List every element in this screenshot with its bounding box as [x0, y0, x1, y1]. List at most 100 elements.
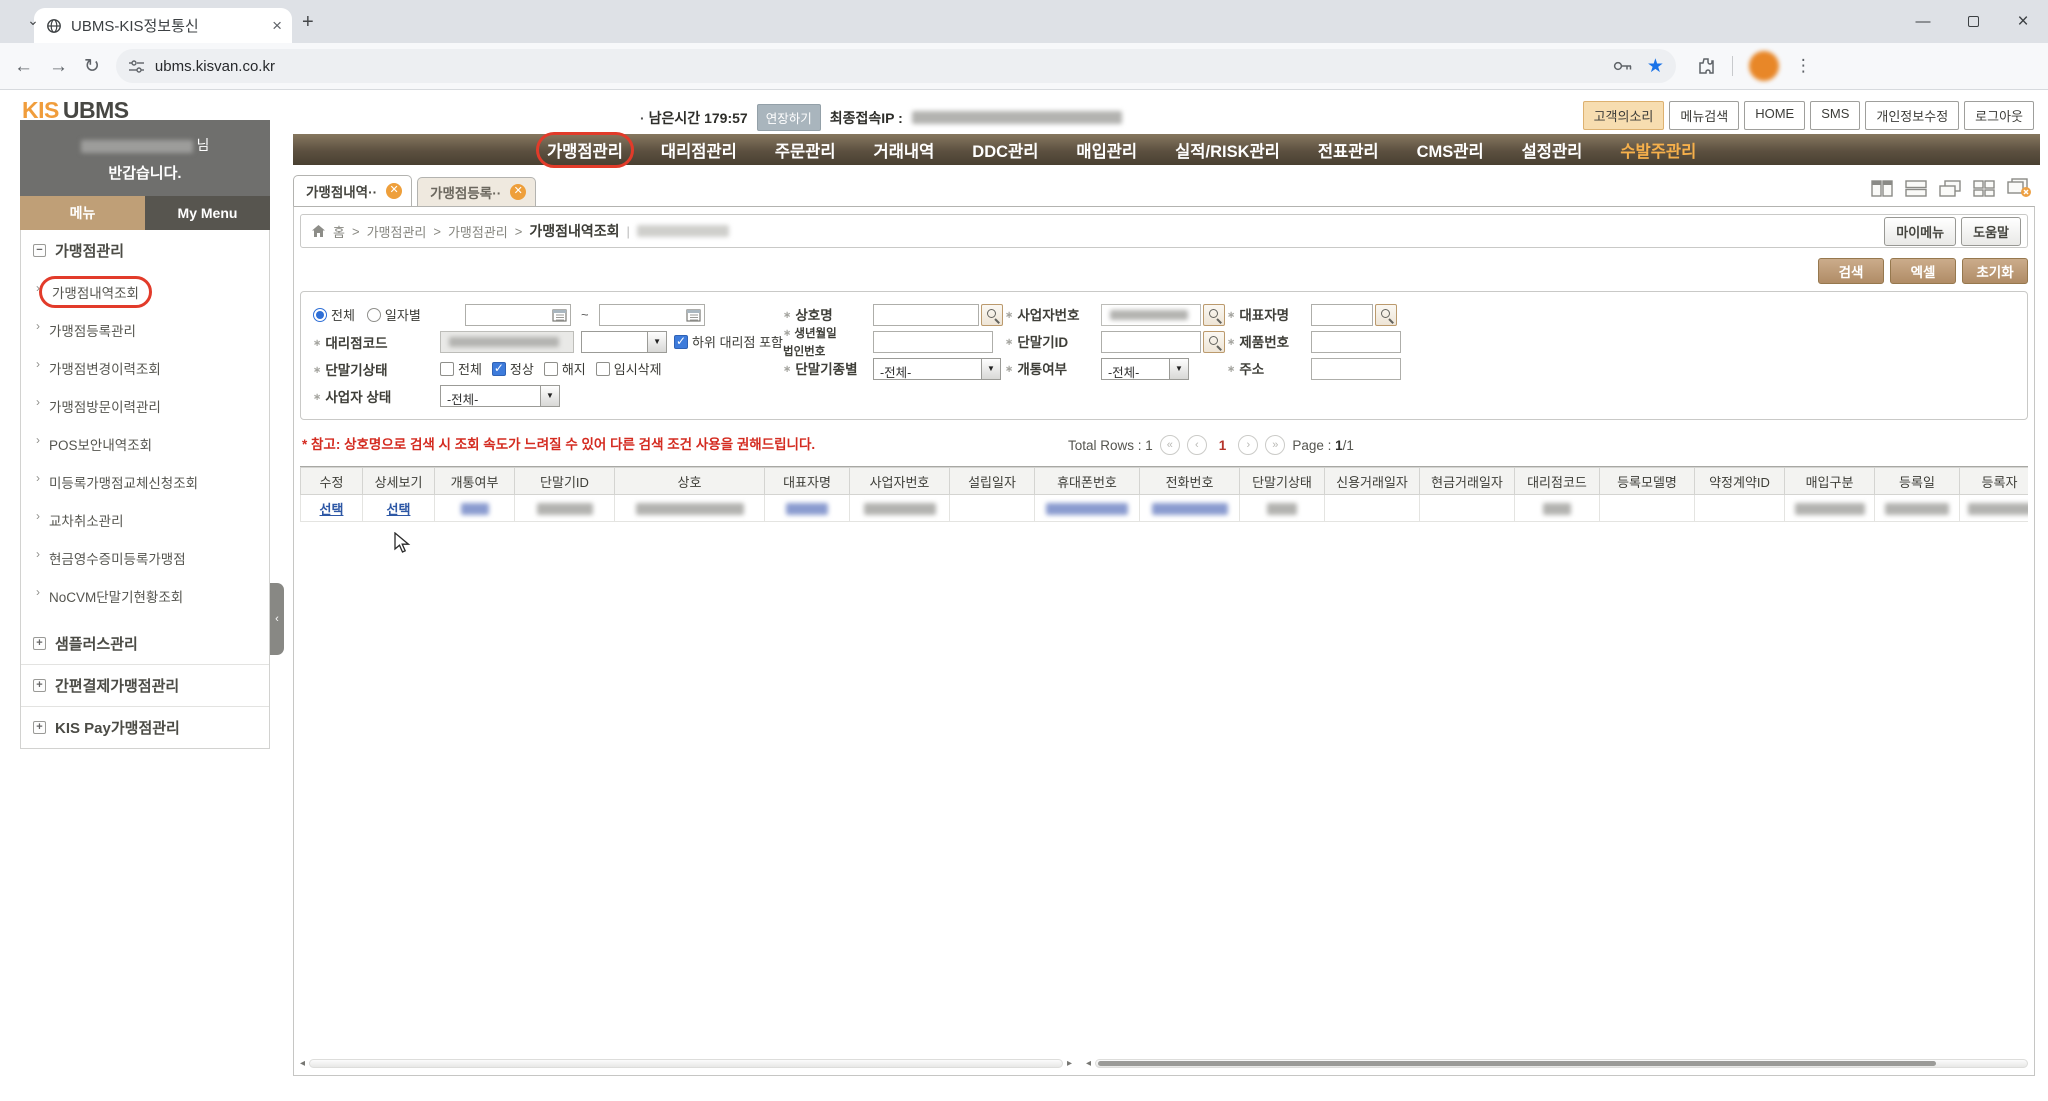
include-sub-checkbox[interactable]: 하위 대리점 포함 — [674, 332, 783, 351]
checkbox-icon[interactable] — [492, 362, 506, 376]
terminal-status-checkbox[interactable]: 해지 — [544, 359, 586, 378]
document-tab-close-icon[interactable]: ✕ — [510, 184, 526, 200]
business-status-select[interactable]: -전체-▼ — [440, 385, 560, 407]
frozen-scrollbar-track[interactable] — [309, 1059, 1063, 1068]
biz-no-input[interactable] — [1101, 304, 1201, 326]
address-input[interactable] — [1311, 358, 1401, 380]
calendar-icon[interactable] — [552, 308, 567, 322]
nav-item[interactable]: CMS관리 — [1417, 138, 1484, 162]
sidebar-collapse-handle[interactable]: ‹ — [270, 583, 284, 655]
collapse-icon[interactable]: − — [33, 244, 46, 257]
nav-item[interactable]: 수발주관리 — [1620, 138, 1696, 162]
store-name-input[interactable] — [873, 304, 979, 326]
scroll-left-icon[interactable]: ◂ — [1086, 1059, 1091, 1069]
layout-cascade-icon[interactable] — [1939, 180, 1961, 197]
nav-item[interactable]: 가맹점관리 — [547, 138, 623, 162]
checkbox-icon[interactable] — [544, 362, 558, 376]
edit-select-link[interactable]: 선택 — [320, 502, 344, 517]
table-scrollbar-track[interactable] — [1095, 1059, 2028, 1068]
my-menu-button[interactable]: 마이메뉴 — [1884, 217, 1956, 246]
header-link-button[interactable]: 메뉴검색 — [1669, 101, 1739, 130]
dropdown-arrow-icon[interactable]: ▼ — [1169, 359, 1188, 379]
terminal-status-checkbox[interactable]: 임시삭제 — [596, 359, 662, 378]
nav-item[interactable]: 설정관리 — [1522, 138, 1583, 162]
sidebar-item[interactable]: POS보안내역조회 — [21, 425, 269, 463]
terminal-id-search-icon[interactable] — [1203, 331, 1225, 353]
detail-select-link[interactable]: 선택 — [387, 502, 411, 517]
ceo-name-search-icon[interactable] — [1375, 304, 1397, 326]
open-status-select[interactable]: -전체-▼ — [1101, 358, 1189, 380]
nav-item[interactable]: 전표관리 — [1318, 138, 1379, 162]
tab-close-icon[interactable]: × — [272, 17, 282, 34]
dropdown-arrow-icon[interactable]: ▼ — [981, 359, 1000, 379]
expand-icon[interactable]: + — [33, 637, 46, 650]
checkbox-icon[interactable] — [596, 362, 610, 376]
date-mode-radio[interactable]: 전체 — [313, 305, 355, 324]
header-link-button[interactable]: 개인정보수정 — [1865, 101, 1959, 130]
bookmark-star-icon[interactable]: ★ — [1647, 55, 1664, 78]
prev-page-icon[interactable]: ‹ — [1187, 435, 1207, 455]
site-settings-icon[interactable] — [128, 59, 145, 74]
window-maximize-button[interactable] — [1948, 0, 1998, 43]
back-button[interactable]: ← — [14, 57, 33, 76]
address-bar[interactable]: ubms.kisvan.co.kr ★ — [116, 49, 1676, 83]
new-tab-button[interactable]: + — [302, 11, 314, 34]
dropdown-arrow-icon[interactable]: ▼ — [540, 386, 559, 406]
reload-button[interactable]: ↻ — [84, 57, 100, 76]
expand-icon[interactable]: + — [33, 679, 46, 692]
window-close-button[interactable]: × — [1998, 0, 2048, 43]
date-mode-radio[interactable]: 일자별 — [367, 305, 421, 324]
date-from-input[interactable] — [465, 304, 571, 326]
header-link-button[interactable]: HOME — [1744, 101, 1805, 130]
last-page-icon[interactable]: » — [1265, 435, 1285, 455]
biz-no-search-icon[interactable] — [1203, 304, 1225, 326]
tab-search-chevron-icon[interactable]: ⌄ — [22, 12, 44, 34]
sidebar-item[interactable]: 가맹점등록관리 — [21, 311, 269, 349]
sidebar-section[interactable]: + KIS Pay가맹점관리 — [21, 706, 269, 748]
date-to-input[interactable] — [599, 304, 705, 326]
radio-icon[interactable] — [367, 308, 381, 322]
browser-menu-icon[interactable]: ⋮ — [1795, 56, 1812, 76]
nav-item[interactable]: 주문관리 — [775, 138, 836, 162]
scrollbar-thumb[interactable] — [1098, 1061, 1936, 1066]
header-link-button[interactable]: 로그아웃 — [1964, 101, 2034, 130]
first-page-icon[interactable]: « — [1160, 435, 1180, 455]
search-button[interactable]: 검색 — [1818, 258, 1884, 284]
sidebar-section[interactable]: + 간편결제가맹점관리 — [21, 664, 269, 706]
breadcrumb-home[interactable]: 홈 — [333, 222, 345, 241]
browser-tab[interactable]: UBMS-KIS정보통신 × — [34, 8, 292, 43]
layout-grid-icon[interactable] — [1973, 180, 1995, 197]
nav-item[interactable]: 거래내역 — [874, 138, 935, 162]
window-minimize-button[interactable]: — — [1898, 0, 1948, 43]
extend-session-button[interactable]: 연장하기 — [757, 104, 821, 131]
store-name-search-icon[interactable] — [981, 304, 1003, 326]
breadcrumb-item[interactable]: 가맹점관리 — [367, 222, 427, 241]
next-page-icon[interactable]: › — [1238, 435, 1258, 455]
sidebar-tab-mymenu[interactable]: My Menu — [145, 196, 270, 230]
sidebar-section[interactable]: + 샘플러스관리 — [21, 623, 269, 664]
terminal-id-input[interactable] — [1101, 331, 1201, 353]
checkbox-icon[interactable] — [674, 335, 688, 349]
sidebar-item[interactable]: 가맹점변경이력조회 — [21, 349, 269, 387]
layout-two-columns-icon[interactable] — [1871, 180, 1893, 197]
sidebar-item[interactable]: 미등록가맹점교체신청조회 — [21, 463, 269, 501]
terminal-status-checkbox[interactable]: 정상 — [492, 359, 534, 378]
password-key-icon[interactable] — [1613, 60, 1633, 72]
current-page[interactable]: 1 — [1214, 438, 1232, 453]
breadcrumb-item[interactable]: 가맹점관리 — [448, 222, 508, 241]
close-all-tabs-icon[interactable] — [2007, 178, 2033, 198]
terminal-type-select[interactable]: -전체-▼ — [873, 358, 1001, 380]
reset-button[interactable]: 초기화 — [1962, 258, 2028, 284]
scroll-right-icon[interactable]: ▸ — [1067, 1059, 1072, 1069]
extensions-icon[interactable] — [1696, 56, 1716, 76]
sidebar-item[interactable]: NoCVM단말기현황조회 — [21, 577, 269, 615]
document-tab[interactable]: 가맹점내역·· ✕ — [293, 175, 412, 206]
expand-icon[interactable]: + — [33, 721, 46, 734]
sidebar-section-merchant[interactable]: − 가맹점관리 — [21, 230, 269, 271]
sidebar-item[interactable]: 현금영수증미등록가맹점 — [21, 539, 269, 577]
document-tab-close-icon[interactable]: ✕ — [386, 183, 402, 199]
product-no-input[interactable] — [1311, 331, 1401, 353]
nav-item[interactable]: 매입관리 — [1076, 138, 1137, 162]
document-tab[interactable]: 가맹점등록·· ✕ — [417, 177, 536, 206]
excel-button[interactable]: 엑셀 — [1890, 258, 1956, 284]
